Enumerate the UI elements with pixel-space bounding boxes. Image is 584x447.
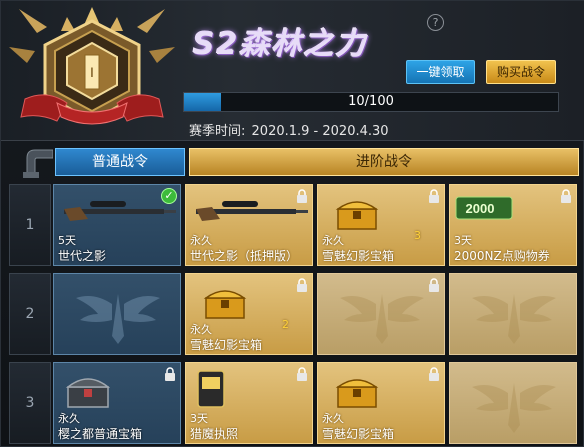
reward-name: 樱之都普通宝箱 [58,427,143,441]
reward-cell-r3-adv1[interactable]: 3天 猎魔执照 [185,362,313,444]
reward-quantity: 2 [282,318,289,331]
license-icon [197,370,225,408]
gold-chest-icon [203,290,247,319]
sniper-rifle-icon [64,201,176,221]
reward-cell-r2-adv1[interactable]: 2 永久 雪魅幻影宝箱 [185,273,313,355]
reward-duration: 5天 [58,234,76,247]
reward-duration: 3天 [454,234,472,247]
row-number-1: 1 [9,184,51,266]
voucher-amount: 2000 [466,201,495,216]
lock-icon [429,367,439,381]
reward-duration: 永久 [322,234,344,247]
reward-duration: 永久 [322,412,344,425]
lock-icon [297,278,307,292]
claimed-check-icon: ✓ [161,188,177,204]
lock-icon [165,367,175,381]
lock-icon [297,189,307,203]
lock-icon [561,189,571,203]
reward-cell-r2-normal [53,273,181,355]
reward-cell-r1-adv1[interactable]: 永久 世代之影（抵押版） [185,184,313,266]
reward-cell-r3-adv3 [449,362,577,444]
reward-name: 世代之影（抵押版） [190,249,299,263]
tab-normal-pass[interactable]: 普通战令 [55,148,185,176]
reward-duration: 永久 [58,412,80,425]
reward-name: 雪魅幻影宝箱 [322,427,395,441]
claim-all-button[interactable]: 一键领取 [406,60,475,84]
reward-cell-r3-normal[interactable]: 永久 樱之都普通宝箱 [53,362,181,444]
row-number-2: 2 [9,273,51,355]
season-time-label: 赛季时间: [189,124,246,139]
reward-cell-r1-adv3[interactable]: 2000 3天 2000NZ点购物券 [449,184,577,266]
voucher-icon: 2000 [455,196,513,220]
reward-name: 猎魔执照 [190,427,239,441]
empty-slot-emblem-icon [76,294,160,344]
pipe-decoration-icon [23,149,53,178]
badge-level-text: I [90,64,94,80]
gold-chest-icon [335,379,379,408]
reward-name: 世代之影 [58,249,107,263]
season-time: 赛季时间: 2020.1.9 - 2020.4.30 [187,120,389,139]
season-time-value: 2020.1.9 - 2020.4.30 [251,124,389,139]
dark-chest-icon [65,378,111,408]
reward-name: 2000NZ点购物券 [454,249,550,263]
empty-slot-emblem-icon [340,294,424,344]
buy-pass-button[interactable]: 购买战令 [486,60,556,84]
gold-chest-icon [335,201,379,230]
reward-cell-r3-adv2[interactable]: 永久 雪魅幻影宝箱 [317,362,445,444]
lock-icon [429,278,439,292]
reward-cell-r2-adv2 [317,273,445,355]
reward-cell-r1-normal[interactable]: ✓ 5天 世代之影 [53,184,181,266]
lock-icon [429,189,439,203]
empty-slot-emblem-icon [472,294,556,344]
tab-advanced-pass[interactable]: 进阶战令 [189,148,579,176]
reward-quantity: 3 [414,229,421,242]
lock-icon [297,367,307,381]
progress-text: 10/100 [348,94,394,109]
empty-slot-emblem-icon [472,383,556,433]
rank-badge-icon: I [9,7,175,125]
help-icon[interactable]: ? [427,14,444,31]
season-title: S2森林之力 [193,27,368,62]
reward-duration: 3天 [190,412,208,425]
battle-pass-panel: I S2森林之力 ? 一键领取 购买战令 10/100 赛季时间: 2020.1… [0,0,584,447]
sniper-rifle-icon [196,201,308,221]
reward-duration: 永久 [190,323,212,336]
reward-cell-r1-adv2[interactable]: 3 永久 雪魅幻影宝箱 [317,184,445,266]
season-header: I S2森林之力 ? 一键领取 购买战令 10/100 赛季时间: 2020.1… [1,1,584,141]
reward-name: 雪魅幻影宝箱 [322,249,395,263]
reward-duration: 永久 [190,234,212,247]
row-number-3: 3 [9,362,51,444]
reward-name: 雪魅幻影宝箱 [190,338,263,352]
reward-cell-r2-adv3 [449,273,577,355]
season-progress-bar: 10/100 [183,92,559,112]
